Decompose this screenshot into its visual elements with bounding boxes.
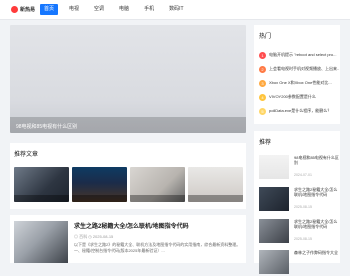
article-meta: ◎ 百科 ◷ 2025-08-15 [74,234,114,239]
nav-item-digital[interactable]: 数码IT [165,4,187,15]
article-summary: 以下是《求生之路2》的秘籍大全、联机方法及地图指令代码的实用指南，综合最新资料整… [74,242,241,253]
rank-badge: 1 [259,51,266,59]
site-logo[interactable]: 新热易 [11,5,35,14]
recommended-card[interactable] [188,167,243,202]
rank-badge: 5 [259,107,266,115]
nav-item-air-conditioner[interactable]: 空调 [90,4,108,15]
card-caption-bar [14,195,69,202]
hot-title: 热门 [259,34,272,40]
hot-item-text[interactable]: 电脑开机提示 "reboot and select pro... [269,52,339,58]
hot-item[interactable]: 1 电脑开机提示 "reboot and select pro... [259,48,339,62]
recommended-articles-section: 推荐文章 [10,143,246,209]
hot-item[interactable]: 5 pollData.exe是什么程序，能删么？ [259,104,339,118]
sidebar-article-date: 2025-08-15 [294,205,312,209]
sidebar-article-date: 2025-08-15 [294,237,312,241]
section-title: 推荐文章 [14,152,39,158]
sidebar-thumbnail[interactable] [259,155,289,179]
main-nav: 首页 电视 空调 电脑 手机 数码IT [40,4,195,15]
sidebar-article-title[interactable]: 求生之路2秘籍大全/怎么联机/地图指令代码 [294,187,340,197]
nav-item-tv[interactable]: 电视 [65,4,83,15]
hot-panel: 热门 1 电脑开机提示 "reboot and select pro... 2 … [254,25,340,124]
sidebar-article[interactable]: 98电视和85电视有什么区别 2024-07-01 [259,153,339,181]
logo-icon [11,6,18,13]
sidebar-article-title[interactable]: 求生之路2秘籍大全/怎么联机/地图指令代码 [294,219,340,229]
hot-item[interactable]: 3 Xbox One X和Xbox One性能对比... [259,76,339,90]
hero-caption[interactable]: 98电视和85电视有什么区别 [16,123,77,130]
recommended-card[interactable] [130,167,185,202]
top-navigation-bar: 新热易 首页 电视 空调 电脑 手机 数码IT [0,0,350,20]
card-caption-bar [130,195,185,202]
hot-item-text[interactable]: Xbox One X和Xbox One性能对比... [269,80,339,86]
sidebar-thumbnail[interactable] [259,219,289,243]
sidebar-thumbnail[interactable] [259,250,289,274]
card-caption-bar [72,195,127,202]
recommended-grid [14,167,246,202]
logo-text: 新热易 [20,7,36,13]
sidebar-thumbnail[interactable] [259,187,289,211]
rank-badge: 4 [259,93,266,101]
card-caption-bar [188,195,243,202]
recommended-card[interactable] [72,167,127,202]
sidebar-article-title[interactable]: 森林之子作弊码指令大全 [294,250,340,255]
hot-item[interactable]: 2 上会看电视时手机对视频播放、上出来... [259,62,339,76]
hero-caption-bar: 98电视和85电视有什么区别 [10,117,246,133]
hot-item-text[interactable]: pollData.exe是什么程序，能删么？ [269,108,339,114]
rank-badge: 2 [259,65,266,73]
nav-item-phone[interactable]: 手机 [140,4,158,15]
sidebar-article[interactable]: 求生之路2秘籍大全/怎么联机/地图指令代码 2025-08-15 [259,185,339,213]
sidebar-article-title[interactable]: 98电视和85电视有什么区别 [294,155,340,165]
sidebar-article[interactable]: 森林之子作弊码指令大全 [259,248,339,276]
article-title[interactable]: 求生之路2秘籍大全/怎么联机/地图指令代码 [74,221,189,230]
sidebar-article[interactable]: 求生之路2秘籍大全/怎么联机/地图指令代码 2025-08-15 [259,217,339,245]
hot-list: 1 电脑开机提示 "reboot and select pro... 2 上会看… [259,48,339,118]
sidebar-recommend-panel: 推荐 98电视和85电视有什么区别 2024-07-01 求生之路2秘籍大全/怎… [254,131,340,274]
hot-item-text[interactable]: VIVOY200参数配置是什么 [269,94,339,100]
sidebar-article-date: 2024-07-01 [294,173,312,177]
sidebar-recommend-title: 推荐 [259,140,272,146]
rank-badge: 3 [259,79,266,87]
article-list-item[interactable]: 求生之路2秘籍大全/怎么联机/地图指令代码 ◎ 百科 ◷ 2025-08-15 … [10,215,246,263]
hero-banner[interactable]: 98电视和85电视有什么区别 [10,25,246,133]
recommended-card[interactable] [14,167,69,202]
hot-item-text[interactable]: 上会看电视时手机对视频播放、上出来... [269,66,339,72]
nav-item-home[interactable]: 首页 [40,4,59,15]
article-thumbnail[interactable] [14,221,68,263]
nav-item-computer[interactable]: 电脑 [115,4,133,15]
hot-item[interactable]: 4 VIVOY200参数配置是什么 [259,90,339,104]
